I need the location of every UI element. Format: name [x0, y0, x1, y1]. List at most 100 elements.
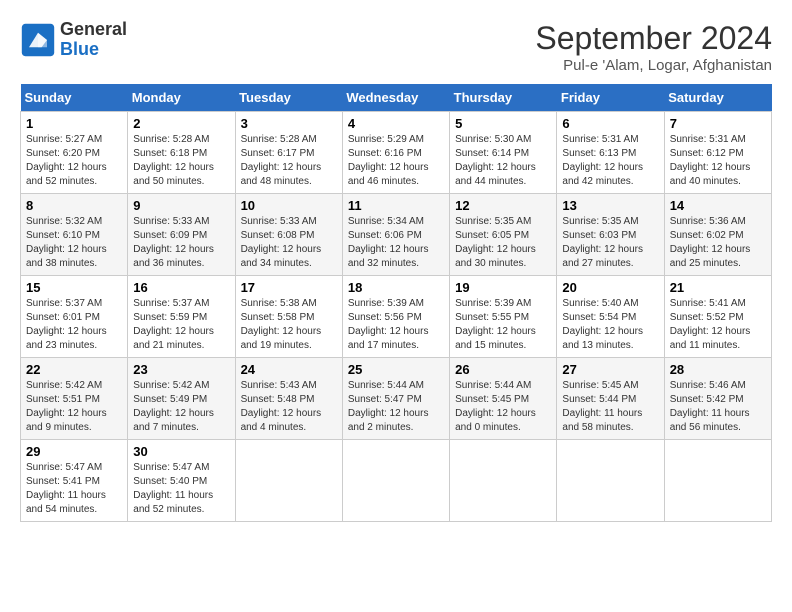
calendar-cell: 3 Sunrise: 5:28 AM Sunset: 6:17 PM Daylig…	[235, 112, 342, 194]
day-detail: Sunrise: 5:27 AM Sunset: 6:20 PM Dayligh…	[26, 133, 122, 189]
day-number: 25	[348, 362, 444, 377]
day-detail: Sunrise: 5:41 AM Sunset: 5:52 PM Dayligh…	[670, 297, 766, 353]
day-number: 15	[26, 280, 122, 295]
day-number: 18	[348, 280, 444, 295]
day-number: 28	[670, 362, 766, 377]
day-number: 22	[26, 362, 122, 377]
calendar-table: SundayMondayTuesdayWednesdayThursdayFrid…	[20, 84, 772, 522]
week-row-4: 22 Sunrise: 5:42 AM Sunset: 5:51 PM Dayli…	[21, 358, 772, 440]
week-row-2: 8Sunrise: 5:32 AM Sunset: 6:10 PM Daylig…	[21, 194, 772, 276]
header-tuesday: Tuesday	[235, 84, 342, 112]
day-detail: Sunrise: 5:35 AM Sunset: 6:05 PM Dayligh…	[455, 215, 551, 271]
day-number: 5	[455, 116, 551, 131]
calendar-cell: 4 Sunrise: 5:29 AM Sunset: 6:16 PM Daylig…	[342, 112, 449, 194]
day-number: 20	[562, 280, 658, 295]
page-header: General Blue September 2024 Pul-e 'Alam,…	[20, 20, 772, 74]
day-number: 30	[133, 444, 229, 459]
calendar-cell: 16Sunrise: 5:37 AM Sunset: 5:59 PM Dayli…	[128, 276, 235, 358]
day-number: 11	[348, 198, 444, 213]
day-number: 19	[455, 280, 551, 295]
day-number: 10	[241, 198, 337, 213]
header-monday: Monday	[128, 84, 235, 112]
day-detail: Sunrise: 5:42 AM Sunset: 5:51 PM Dayligh…	[26, 379, 122, 435]
day-number: 16	[133, 280, 229, 295]
day-number: 21	[670, 280, 766, 295]
header-thursday: Thursday	[450, 84, 557, 112]
day-number: 3	[241, 116, 337, 131]
calendar-cell: 12Sunrise: 5:35 AM Sunset: 6:05 PM Dayli…	[450, 194, 557, 276]
day-number: 13	[562, 198, 658, 213]
day-number: 9	[133, 198, 229, 213]
header-wednesday: Wednesday	[342, 84, 449, 112]
calendar-cell: 26 Sunrise: 5:44 AM Sunset: 5:45 PM Dayli…	[450, 358, 557, 440]
calendar-cell: 8Sunrise: 5:32 AM Sunset: 6:10 PM Daylig…	[21, 194, 128, 276]
day-number: 6	[562, 116, 658, 131]
day-number: 8	[26, 198, 122, 213]
day-detail: Sunrise: 5:47 AM Sunset: 5:41 PM Dayligh…	[26, 461, 122, 517]
calendar-cell: 20Sunrise: 5:40 AM Sunset: 5:54 PM Dayli…	[557, 276, 664, 358]
day-detail: Sunrise: 5:39 AM Sunset: 5:56 PM Dayligh…	[348, 297, 444, 353]
calendar-cell	[557, 440, 664, 522]
day-detail: Sunrise: 5:29 AM Sunset: 6:16 PM Dayligh…	[348, 133, 444, 189]
day-detail: Sunrise: 5:39 AM Sunset: 5:55 PM Dayligh…	[455, 297, 551, 353]
header-friday: Friday	[557, 84, 664, 112]
calendar-cell	[342, 440, 449, 522]
day-detail: Sunrise: 5:45 AM Sunset: 5:44 PM Dayligh…	[562, 379, 658, 435]
day-detail: Sunrise: 5:44 AM Sunset: 5:47 PM Dayligh…	[348, 379, 444, 435]
calendar-cell: 28 Sunrise: 5:46 AM Sunset: 5:42 PM Dayli…	[664, 358, 771, 440]
week-row-3: 15 Sunrise: 5:37 AM Sunset: 6:01 PM Dayli…	[21, 276, 772, 358]
day-number: 26	[455, 362, 551, 377]
day-detail: Sunrise: 5:38 AM Sunset: 5:58 PM Dayligh…	[241, 297, 337, 353]
day-detail: Sunrise: 5:31 AM Sunset: 6:13 PM Dayligh…	[562, 133, 658, 189]
calendar-cell: 10 Sunrise: 5:33 AM Sunset: 6:08 PM Dayli…	[235, 194, 342, 276]
calendar-cell: 11 Sunrise: 5:34 AM Sunset: 6:06 PM Dayli…	[342, 194, 449, 276]
calendar-cell: 21 Sunrise: 5:41 AM Sunset: 5:52 PM Dayli…	[664, 276, 771, 358]
header-row: SundayMondayTuesdayWednesdayThursdayFrid…	[21, 84, 772, 112]
logo-icon	[20, 22, 56, 58]
day-number: 1	[26, 116, 122, 131]
day-number: 27	[562, 362, 658, 377]
logo: General Blue	[20, 20, 127, 60]
day-detail: Sunrise: 5:46 AM Sunset: 5:42 PM Dayligh…	[670, 379, 766, 435]
day-number: 24	[241, 362, 337, 377]
day-number: 4	[348, 116, 444, 131]
day-detail: Sunrise: 5:35 AM Sunset: 6:03 PM Dayligh…	[562, 215, 658, 271]
day-detail: Sunrise: 5:30 AM Sunset: 6:14 PM Dayligh…	[455, 133, 551, 189]
day-detail: Sunrise: 5:42 AM Sunset: 5:49 PM Dayligh…	[133, 379, 229, 435]
header-saturday: Saturday	[664, 84, 771, 112]
day-detail: Sunrise: 5:33 AM Sunset: 6:09 PM Dayligh…	[133, 215, 229, 271]
month-title: September 2024	[535, 20, 772, 57]
day-number: 14	[670, 198, 766, 213]
day-detail: Sunrise: 5:28 AM Sunset: 6:17 PM Dayligh…	[241, 133, 337, 189]
day-detail: Sunrise: 5:34 AM Sunset: 6:06 PM Dayligh…	[348, 215, 444, 271]
calendar-cell: 7Sunrise: 5:31 AM Sunset: 6:12 PM Daylig…	[664, 112, 771, 194]
calendar-cell: 1 Sunrise: 5:27 AM Sunset: 6:20 PM Daylig…	[21, 112, 128, 194]
day-detail: Sunrise: 5:43 AM Sunset: 5:48 PM Dayligh…	[241, 379, 337, 435]
week-row-1: 1 Sunrise: 5:27 AM Sunset: 6:20 PM Daylig…	[21, 112, 772, 194]
day-detail: Sunrise: 5:37 AM Sunset: 6:01 PM Dayligh…	[26, 297, 122, 353]
calendar-cell: 9 Sunrise: 5:33 AM Sunset: 6:09 PM Daylig…	[128, 194, 235, 276]
day-number: 2	[133, 116, 229, 131]
calendar-cell: 2Sunrise: 5:28 AM Sunset: 6:18 PM Daylig…	[128, 112, 235, 194]
day-detail: Sunrise: 5:44 AM Sunset: 5:45 PM Dayligh…	[455, 379, 551, 435]
calendar-cell: 27 Sunrise: 5:45 AM Sunset: 5:44 PM Dayli…	[557, 358, 664, 440]
calendar-cell: 24 Sunrise: 5:43 AM Sunset: 5:48 PM Dayli…	[235, 358, 342, 440]
calendar-cell: 29 Sunrise: 5:47 AM Sunset: 5:41 PM Dayli…	[21, 440, 128, 522]
day-detail: Sunrise: 5:36 AM Sunset: 6:02 PM Dayligh…	[670, 215, 766, 271]
header-sunday: Sunday	[21, 84, 128, 112]
calendar-cell: 23Sunrise: 5:42 AM Sunset: 5:49 PM Dayli…	[128, 358, 235, 440]
calendar-cell: 19 Sunrise: 5:39 AM Sunset: 5:55 PM Dayli…	[450, 276, 557, 358]
calendar-cell: 14 Sunrise: 5:36 AM Sunset: 6:02 PM Dayli…	[664, 194, 771, 276]
calendar-cell: 6 Sunrise: 5:31 AM Sunset: 6:13 PM Daylig…	[557, 112, 664, 194]
day-number: 29	[26, 444, 122, 459]
calendar-cell: 18 Sunrise: 5:39 AM Sunset: 5:56 PM Dayli…	[342, 276, 449, 358]
week-row-5: 29 Sunrise: 5:47 AM Sunset: 5:41 PM Dayli…	[21, 440, 772, 522]
day-number: 17	[241, 280, 337, 295]
day-number: 7	[670, 116, 766, 131]
day-detail: Sunrise: 5:33 AM Sunset: 6:08 PM Dayligh…	[241, 215, 337, 271]
calendar-cell	[235, 440, 342, 522]
title-section: September 2024 Pul-e 'Alam, Logar, Afgha…	[535, 20, 772, 74]
calendar-cell	[450, 440, 557, 522]
location: Pul-e 'Alam, Logar, Afghanistan	[535, 57, 772, 74]
calendar-cell: 22 Sunrise: 5:42 AM Sunset: 5:51 PM Dayli…	[21, 358, 128, 440]
